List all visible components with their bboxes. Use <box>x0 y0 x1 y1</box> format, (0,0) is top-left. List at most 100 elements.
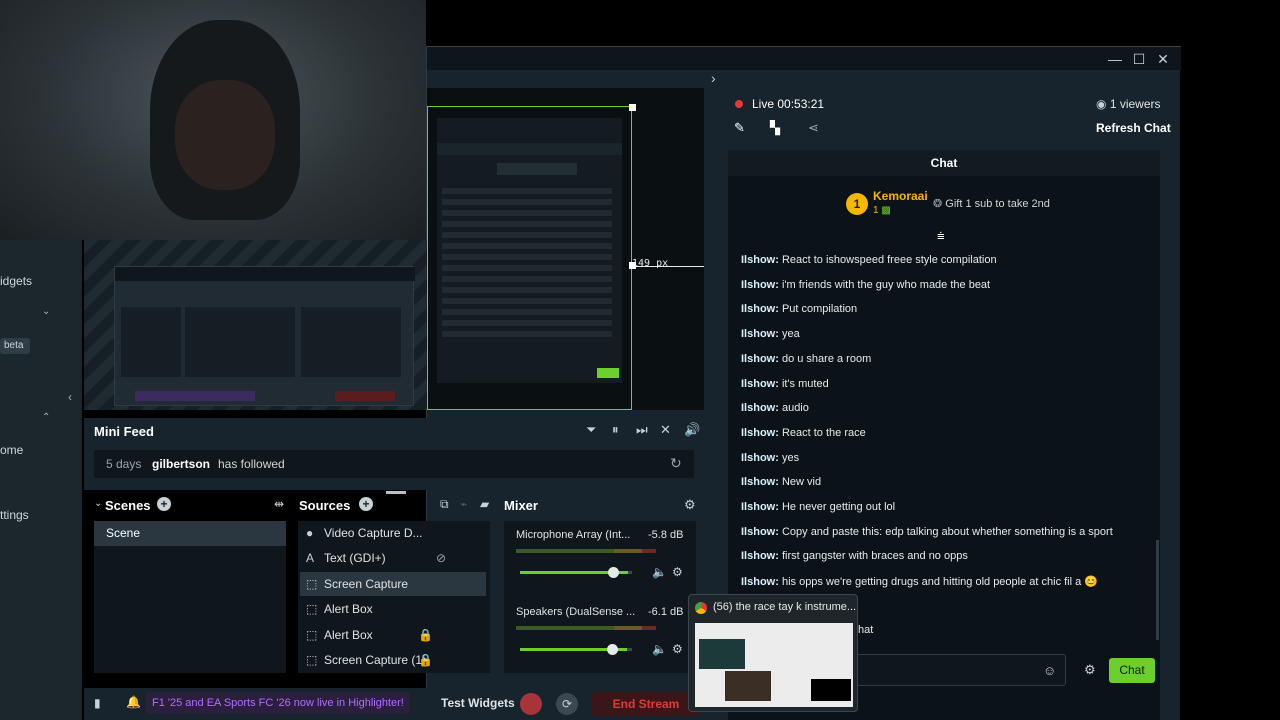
mixer-panel: Microphone Array (Int... -5.8 dB 🔈 ⚙ Spe… <box>504 521 696 673</box>
screen-icon: ⬚ <box>306 653 318 667</box>
gift-icon: ▩ <box>881 205 891 216</box>
chat-username[interactable]: Ilshow: <box>741 353 779 365</box>
channel-settings-icon[interactable]: ⚙ <box>672 565 683 579</box>
source-item[interactable]: ⬚ Screen Capture (1) 🔒 <box>300 648 486 672</box>
record-button[interactable] <box>520 693 542 715</box>
chat-text: his opps we're getting drugs and hitting… <box>781 576 1098 589</box>
share-icon[interactable]: ⋖ <box>808 120 819 136</box>
resize-handle[interactable] <box>629 262 636 269</box>
pause-icon[interactable]: ⏸ <box>612 422 619 438</box>
chat-username[interactable]: Ilshow: <box>741 303 779 315</box>
send-chat-button[interactable]: Chat <box>1109 658 1155 683</box>
eye-icon: ◉ <box>1096 97 1107 111</box>
folder-icon[interactable]: ▰ <box>480 497 489 511</box>
feed-user[interactable]: gilbertson <box>152 457 210 471</box>
mixer-settings-icon[interactable]: ⚙ <box>684 497 696 513</box>
scene-item[interactable]: Scene <box>94 521 286 546</box>
collapse-scenes-icon[interactable]: ⌄ <box>94 498 102 509</box>
sidebar-item-widgets[interactable]: idgets <box>0 274 32 288</box>
volume-slider-track[interactable] <box>628 571 632 574</box>
source-group-icon[interactable]: ⧉ <box>440 497 449 512</box>
volume-slider-knob[interactable] <box>607 644 618 655</box>
chat-username[interactable]: Ilshow: <box>741 328 779 340</box>
alert-icon: ⬚ <box>306 602 318 616</box>
chrome-icon <box>695 602 707 614</box>
source-label: Screen Capture (1) <box>324 653 427 667</box>
channel-settings-icon[interactable]: ⚙ <box>672 642 683 656</box>
chat-username[interactable]: Ilshow: <box>741 501 779 513</box>
chat-username[interactable]: Ilshow: <box>741 526 779 538</box>
sidebar-item-settings[interactable]: ttings <box>0 508 29 522</box>
minimize-button[interactable]: — <box>1105 50 1125 68</box>
hidden-eye-icon[interactable]: ⊘ <box>436 546 446 570</box>
sidebar-item-home[interactable]: ome <box>0 443 23 457</box>
beta-badge: beta <box>0 338 30 354</box>
speaker-icon[interactable]: 🔈 <box>652 565 667 579</box>
chat-text: it's muted <box>781 377 829 390</box>
chat-username[interactable]: Ilshow: <box>741 550 779 562</box>
clip-icon[interactable]: ▚ <box>770 120 780 136</box>
chat-username[interactable]: Ilshow: <box>741 402 779 414</box>
promo-banner[interactable]: F1 '25 and EA Sports FC '26 now live in … <box>146 692 410 714</box>
rank-badge: 1 <box>846 193 868 215</box>
chat-username[interactable]: Ilshow: <box>741 452 779 464</box>
live-indicator-icon <box>735 100 743 108</box>
source-item[interactable]: A Text (GDI+) ⊘ <box>300 546 486 570</box>
collapse-left-icon[interactable]: ‹ <box>68 390 72 404</box>
chat-header: Chat <box>728 150 1160 176</box>
notification-bell-icon[interactable]: 🔔 <box>126 695 141 709</box>
top-user-name[interactable]: Kemoraai <box>873 189 928 203</box>
measure-line <box>632 266 704 267</box>
chat-username[interactable]: Ilshow: <box>741 279 779 291</box>
alert-icon: ⬚ <box>306 628 318 642</box>
add-source-button[interactable]: + <box>359 497 373 511</box>
expand-arrow-icon[interactable]: › <box>711 70 716 86</box>
resize-handle[interactable] <box>629 104 636 111</box>
chat-text: Put compilation <box>781 303 858 316</box>
emoji-icon[interactable]: ☺ <box>1043 663 1056 678</box>
gift-sub-button[interactable]: ❂ Gift 1 sub to take 2nd <box>933 197 1050 210</box>
lock-icon[interactable]: 🔒 <box>418 623 433 647</box>
chat-scrollbar[interactable] <box>1156 540 1159 640</box>
chat-username[interactable]: Ilshow: <box>741 576 779 588</box>
chat-username[interactable]: Ilshow: <box>741 427 779 439</box>
collapse-chat-icon[interactable]: ⩧ <box>937 228 945 244</box>
volume-slider-track[interactable] <box>627 648 632 651</box>
title-bar: — ☐ ✕ <box>427 46 1181 70</box>
test-widgets-label[interactable]: Test Widgets <box>441 696 515 710</box>
chat-input[interactable]: ☺ <box>856 654 1066 686</box>
edit-icon[interactable]: ✎ <box>734 120 745 136</box>
stats-icon[interactable]: ▮ <box>94 696 101 710</box>
source-item[interactable]: ● Video Capture D... <box>300 521 486 545</box>
mute-notifications-icon[interactable]: ✕ <box>660 422 671 438</box>
lock-icon[interactable]: 🔒 <box>418 648 433 672</box>
chat-username[interactable]: Ilshow: <box>741 378 779 390</box>
nested-preview-window <box>114 266 415 406</box>
thumb-block <box>811 679 851 701</box>
volume-slider-knob[interactable] <box>608 567 619 578</box>
chat-username[interactable]: Ilshow: <box>741 476 779 488</box>
add-scene-button[interactable]: + <box>157 497 171 511</box>
close-button[interactable]: ✕ <box>1153 50 1173 68</box>
refresh-icon[interactable]: ↻ <box>670 455 682 472</box>
scenes-list: Scene <box>94 521 286 673</box>
replay-buffer-icon[interactable]: ⟳ <box>556 693 578 715</box>
chevron-down-icon[interactable]: ⌄ <box>42 306 50 317</box>
end-stream-button[interactable]: End Stream <box>592 692 700 716</box>
source-item[interactable]: ⬚ Alert Box <box>300 597 486 621</box>
taskbar-preview-tooltip[interactable]: (56) the race tay k instrume... <box>688 594 858 712</box>
source-link-icon[interactable]: ⌁ <box>460 497 467 511</box>
skip-icon[interactable]: ⏭ <box>636 422 648 438</box>
maximize-button[interactable]: ☐ <box>1129 50 1149 68</box>
source-item-selected[interactable]: ⬚ Screen Capture <box>300 572 486 596</box>
refresh-chat-button[interactable]: Refresh Chat <box>1096 121 1171 135</box>
chevron-up-icon[interactable]: ⌃ <box>42 412 50 423</box>
scene-transitions-icon[interactable]: ⇹ <box>274 497 284 511</box>
filter-icon[interactable]: ⏷ <box>586 422 596 438</box>
chat-settings-icon[interactable]: ⚙ <box>1084 662 1096 678</box>
chat-username[interactable]: Ilshow: <box>741 254 779 266</box>
drag-handle[interactable] <box>386 491 406 494</box>
speaker-icon[interactable]: 🔈 <box>652 642 667 656</box>
source-item[interactable]: ⬚ Alert Box 🔒 <box>300 623 486 647</box>
volume-icon[interactable]: 🔊 <box>684 422 700 438</box>
